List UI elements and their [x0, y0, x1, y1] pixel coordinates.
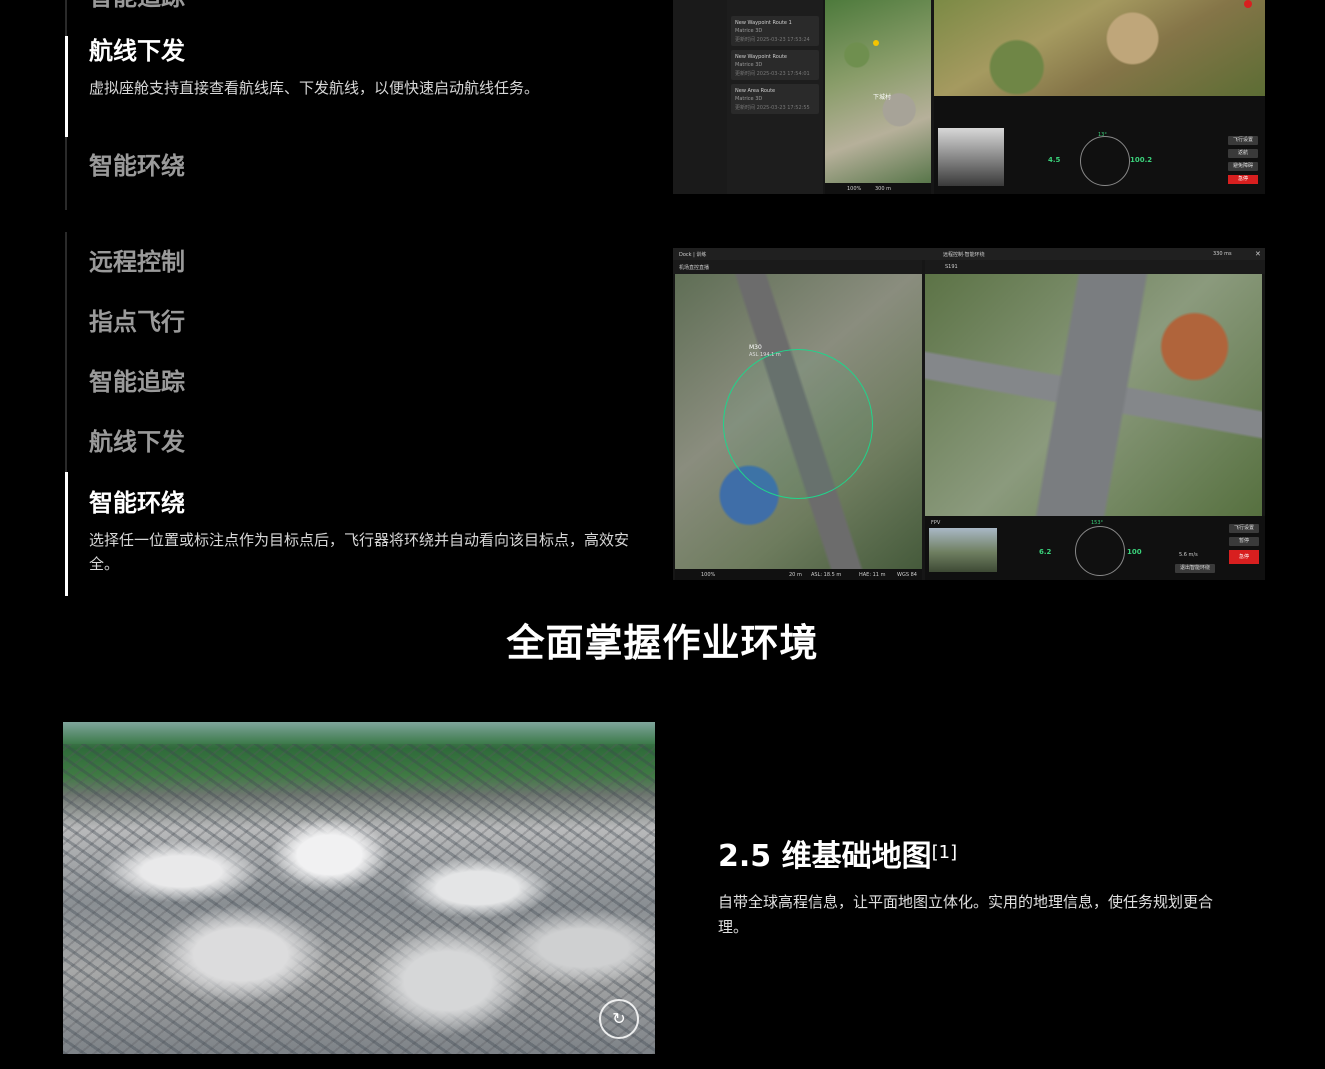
- feature-item-tracking[interactable]: 智能追踪: [67, 0, 647, 36]
- route-drone: Matrice 3D: [735, 28, 763, 34]
- map-datum: WGS 84: [897, 572, 917, 578]
- feature-item-label: 远程控制: [89, 248, 185, 276]
- feature-item-desc: 虚拟座舱支持直接查看航线库、下发航线，以便快速启动航线任务。: [89, 79, 540, 97]
- route-time: 更新时间 2025-03-23 17:52:55: [735, 105, 810, 111]
- emergency-stop-button[interactable]: 急停: [1228, 175, 1258, 184]
- map-hae: HAE: 11 m: [859, 572, 886, 578]
- camera-view[interactable]: [925, 274, 1262, 516]
- map-scale: 300 m: [875, 186, 892, 192]
- feature-item-label: 智能环绕: [89, 489, 185, 517]
- map-feature-title-text: 2.5 维基础地图: [718, 839, 932, 874]
- route-name: New Waypoint Route: [735, 54, 787, 60]
- map-feature-title: 2.5 维基础地图[1]: [718, 836, 957, 878]
- feature-item-orbit[interactable]: 智能环绕 选择任一位置或标注点作为目标点后，飞行器将环绕并自动看向该目标点，高效…: [65, 472, 647, 596]
- route-card[interactable]: New Waypoint Route 1 Matrice 3D 更新时间 202…: [731, 16, 819, 46]
- pause-button[interactable]: 暂停: [1229, 537, 1259, 546]
- speed-readout: 4.5: [1048, 156, 1061, 164]
- route-name: New Area Route: [735, 88, 776, 94]
- map-zoom: 100%: [847, 186, 862, 192]
- compass-icon: [1080, 136, 1130, 186]
- fpv-thumbnail[interactable]: [938, 128, 1004, 186]
- section-title: 全面掌握作业环境: [506, 621, 819, 665]
- fpv-thumbnail[interactable]: [929, 528, 997, 572]
- camera-view[interactable]: [934, 0, 1265, 96]
- feature-item-desc: 选择任一位置或标注点作为目标点后，飞行器将环绕并自动看向该目标点，高效安全。: [89, 531, 630, 573]
- feature-item-label: 航线下发: [89, 37, 185, 65]
- window-title-bar: Dock | 训练 远程控制·智能环绕 330 ms ✕: [673, 248, 1265, 260]
- route-card[interactable]: New Area Route Matrice 3D 更新时间 2025-03-2…: [731, 84, 819, 114]
- flight-hud: 4.5 13° 100.2 飞行设置 返航 避免障碍 急停: [934, 96, 1265, 194]
- feature-item-label: 指点飞行: [89, 308, 185, 336]
- drone-marker-icon: [873, 40, 879, 46]
- close-icon[interactable]: ✕: [1255, 250, 1261, 258]
- feature-list-upper: 智能追踪 航线下发 虚拟座舱支持直接查看航线库、下发航线，以便快速启动航线任务。…: [65, 0, 647, 210]
- heading-readout: 153°: [1091, 520, 1104, 526]
- map-view[interactable]: M30 ASL 194.1 m: [675, 274, 922, 569]
- fpv-label: FPV: [931, 520, 941, 526]
- latency-readout: 330 ms: [1213, 251, 1232, 257]
- map-asl: ASL: 18.5 m: [811, 572, 842, 578]
- route-name: New Waypoint Route 1: [735, 20, 792, 26]
- drone-label: M30: [749, 344, 762, 351]
- feature-item-point-fly[interactable]: 指点飞行: [67, 292, 647, 352]
- flight-settings-button[interactable]: 飞行设置: [1229, 524, 1259, 533]
- horizon-haze: [63, 722, 655, 744]
- map-view[interactable]: 下城村: [825, 0, 931, 183]
- route-time: 更新时间 2025-03-23 17:54:01: [735, 71, 810, 77]
- emergency-stop-button[interactable]: 急停: [1229, 550, 1259, 564]
- altitude-readout: 100.2: [1130, 156, 1153, 164]
- return-home-button[interactable]: 返航: [1228, 149, 1258, 158]
- flight-hud: FPV 6.2 153° 100 5.6 m/s 退出智能环绕 飞行设置 暂停 …: [925, 516, 1265, 580]
- feature-item-route-upload[interactable]: 航线下发: [67, 412, 647, 472]
- speed-readout: 6.2: [1039, 548, 1052, 556]
- route-drone: Matrice 3D: [735, 96, 763, 102]
- reset-view-icon[interactable]: ↻: [599, 999, 639, 1039]
- map-status-bar: 100% 20 m ASL: 18.5 m HAE: 11 m WGS 84: [675, 569, 922, 580]
- orbit-radius-ring[interactable]: [723, 349, 873, 499]
- feature-item-label: 智能追踪: [89, 368, 185, 396]
- feature-item-route-upload[interactable]: 航线下发 虚拟座舱支持直接查看航线库、下发航线，以便快速启动航线任务。: [65, 36, 647, 137]
- heading-readout: 13°: [1098, 132, 1107, 138]
- route-card[interactable]: New Waypoint Route Matrice 3D 更新时间 2025-…: [731, 50, 819, 80]
- compass-icon: [1075, 526, 1125, 576]
- map-scale: 20 m: [789, 572, 802, 578]
- footnote-ref[interactable]: [1]: [932, 842, 958, 863]
- orbit-screenshot: Dock | 训练 远程控制·智能环绕 330 ms ✕ 机场直控直播 M30 …: [673, 248, 1265, 580]
- feature-item-remote-control[interactable]: 远程控制: [67, 232, 647, 292]
- altitude-readout: 100: [1127, 548, 1142, 556]
- record-icon[interactable]: [1244, 0, 1252, 8]
- left-pane-title: 机场直控直播: [679, 265, 710, 271]
- right-pane-header: S191: [925, 260, 1265, 274]
- exit-orbit-button[interactable]: 退出智能环绕: [1175, 564, 1215, 573]
- orbit-speed-readout: 5.6 m/s: [1179, 552, 1198, 558]
- feature-list-lower: 远程控制 指点飞行 智能追踪 航线下发 智能环绕 选择任一位置或标注点作为目标点…: [65, 232, 647, 596]
- drone-altitude-label: ASL 194.1 m: [749, 352, 781, 358]
- route-library-screenshot: New Waypoint Route 1 Matrice 3D 更新时间 202…: [673, 0, 1265, 194]
- feature-item-label: 智能追踪: [89, 0, 647, 12]
- map-status-bar: 100% 300 m: [825, 183, 931, 194]
- left-pane-header: 机场直控直播: [673, 260, 922, 274]
- feature-item-label: 航线下发: [89, 428, 185, 456]
- window-title: Dock | 训练: [679, 252, 707, 258]
- flight-settings-button[interactable]: 飞行设置: [1228, 136, 1258, 145]
- avoid-obstacle-button[interactable]: 避免障碍: [1228, 162, 1258, 171]
- feature-item-orbit[interactable]: 智能环绕: [67, 137, 647, 210]
- route-drone: Matrice 3D: [735, 62, 763, 68]
- map-place-label: 下城村: [873, 94, 892, 101]
- sidebar-rail: [673, 0, 727, 194]
- mode-title: 远程控制·智能环绕: [943, 252, 985, 258]
- camera-tag: S191: [945, 264, 958, 270]
- map-zoom: 100%: [701, 572, 716, 578]
- feature-item-tracking[interactable]: 智能追踪: [67, 352, 647, 412]
- route-time: 更新时间 2025-03-23 17:53:24: [735, 37, 810, 43]
- map-feature-desc: 自带全球高程信息，让平面地图立体化。实用的地理信息，使任务规划更合理。: [718, 893, 1214, 936]
- terrain-map-image: ↻: [63, 722, 655, 1054]
- feature-item-label: 智能环绕: [89, 152, 185, 180]
